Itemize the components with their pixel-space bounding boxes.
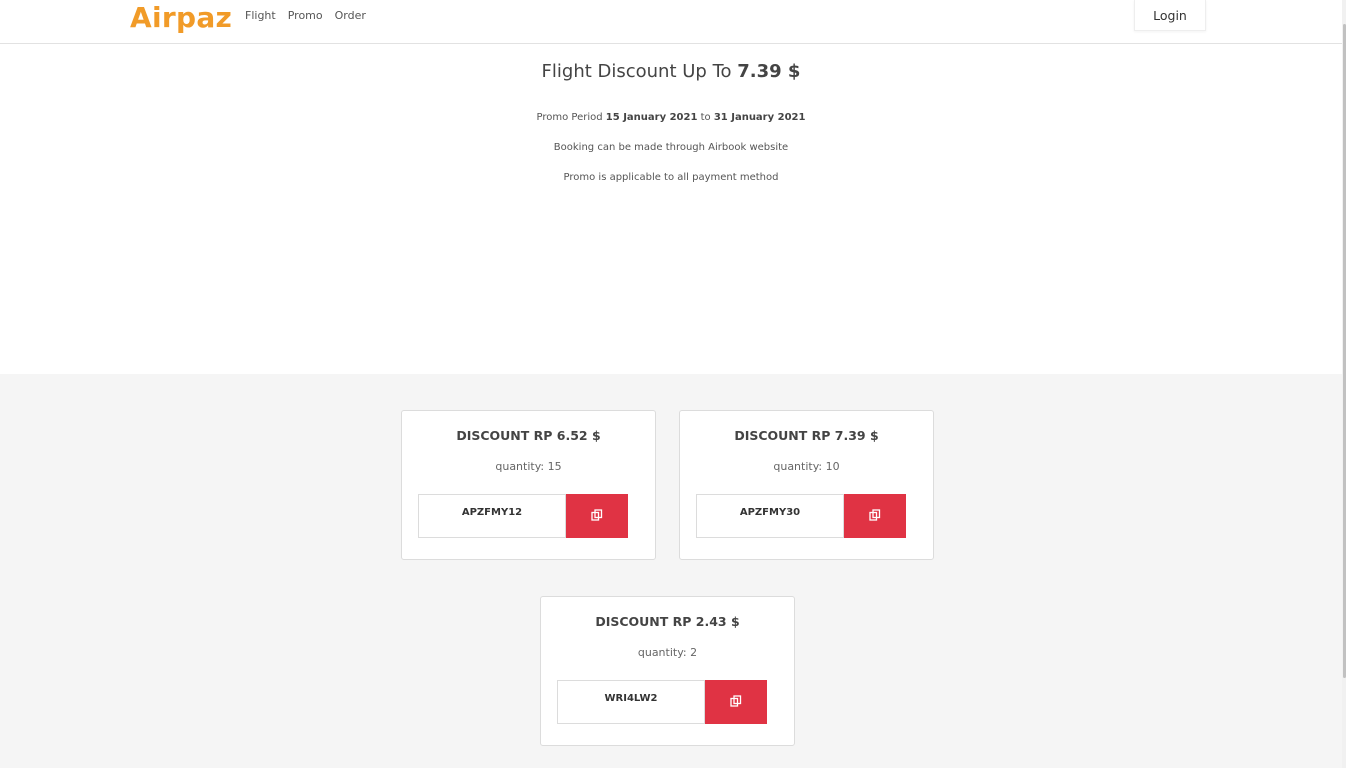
booking-info: Booking can be made through Airbook webs… [553,142,789,153]
promo-period-start: 15 January 2021 [605,112,698,123]
nav-link-order[interactable]: Order [335,9,366,22]
copy-code-button[interactable] [844,494,906,538]
nav-link-promo[interactable]: Promo [288,9,323,22]
promo-title-prefix: Flight Discount Up To [541,61,738,82]
nav-link-flight[interactable]: Flight [245,9,276,22]
login-button[interactable]: Login [1134,0,1206,31]
copy-icon [591,508,603,524]
promo-card-quantity: quantity: 15 [495,460,562,473]
promo-card-quantity: quantity: 10 [773,460,840,473]
promo-card-title: DISCOUNT RP 7.39 $ [734,428,879,443]
promo-code[interactable]: WRI4LW2 [557,680,705,724]
promo-card-quantity: quantity: 2 [637,646,698,659]
top-navbar: Airpaz Flight Promo Order Login [0,0,1346,44]
promo-card: DISCOUNT RP 7.39 $ quantity: 10 APZFMY30 [679,410,934,560]
nav-links: Flight Promo Order [245,9,366,22]
copy-icon [869,508,881,524]
page-scrollbar[interactable] [1342,0,1346,768]
promo-period-label: Promo Period [536,112,606,123]
promo-codes-section: DISCOUNT RP 6.52 $ quantity: 15 APZFMY12… [0,374,1342,768]
promo-period: Promo Period 15 January 2021 to 31 Janua… [0,112,1342,123]
promo-hero: Flight Discount Up To 7.39 $ Promo Perio… [0,45,1342,374]
copy-code-button[interactable] [566,494,628,538]
airpaz-logo[interactable]: Airpaz [130,1,232,34]
copy-code-button[interactable] [705,680,767,724]
promo-period-to: to [697,112,714,123]
promo-code[interactable]: APZFMY30 [696,494,844,538]
promo-card: DISCOUNT RP 6.52 $ quantity: 15 APZFMY12 [401,410,656,560]
promo-card: DISCOUNT RP 2.43 $ quantity: 2 WRI4LW2 [540,596,795,746]
payment-info: Promo is applicable to all payment metho… [563,172,779,183]
promo-title: Flight Discount Up To 7.39 $ [0,61,1342,82]
promo-period-end: 31 January 2021 [713,112,806,123]
promo-title-amount: 7.39 $ [737,61,801,82]
promo-code[interactable]: APZFMY12 [418,494,566,538]
copy-icon [730,694,742,710]
promo-card-title: DISCOUNT RP 2.43 $ [595,614,740,629]
promo-card-title: DISCOUNT RP 6.52 $ [456,428,601,443]
